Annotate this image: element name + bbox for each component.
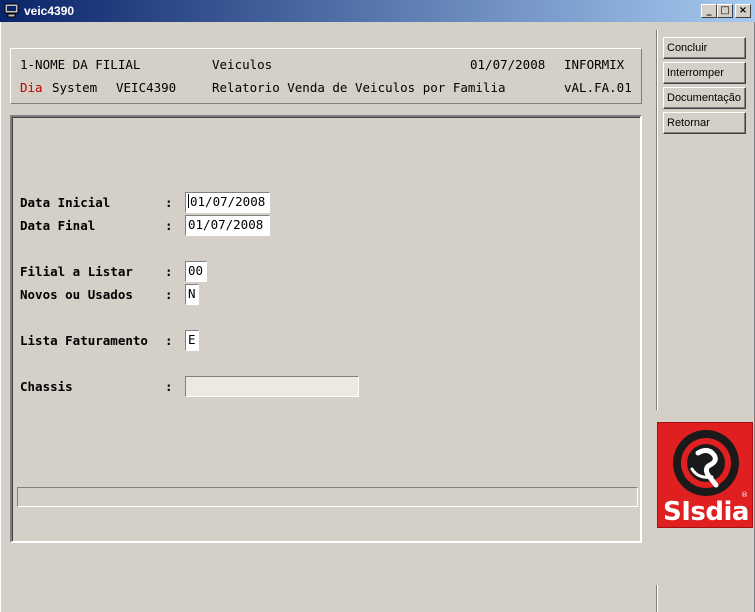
text-caret	[188, 194, 189, 208]
colon: :	[165, 379, 173, 394]
interromper-button[interactable]: Interromper	[663, 62, 746, 84]
documentacao-button[interactable]: Documentação	[663, 87, 746, 109]
database-name: INFORMIX	[564, 57, 625, 72]
status-bar	[17, 487, 638, 507]
sisdia-logo-icon	[673, 430, 739, 496]
concluir-button[interactable]: Concluir	[663, 37, 746, 59]
program-code: VEIC4390	[116, 80, 177, 95]
brand-dia: Dia	[20, 80, 43, 95]
computer-icon	[4, 3, 19, 18]
lista-faturamento-input[interactable]: E	[185, 330, 199, 351]
form-panel	[10, 115, 642, 543]
data-inicial-input[interactable]: 01/07/2008	[185, 192, 270, 213]
module-name: Veiculos	[212, 57, 273, 72]
header-panel: 1-NOME DA FILIAL Veiculos 01/07/2008 INF…	[10, 48, 642, 104]
brand-system: System	[52, 80, 98, 95]
filial-input[interactable]: 00	[185, 261, 207, 282]
data-final-input[interactable]: 01/07/2008	[185, 215, 270, 236]
close-icon: ×	[738, 5, 748, 16]
minimize-button[interactable]: _	[701, 4, 717, 18]
sidebar-divider	[656, 30, 658, 410]
maximize-icon: □	[720, 5, 730, 16]
colon: :	[165, 195, 173, 210]
chassis-label: Chassis	[20, 379, 73, 394]
colon: :	[165, 264, 173, 279]
window-title: veic4390	[24, 4, 75, 18]
bottom-divider	[656, 585, 658, 612]
colon: :	[165, 287, 173, 302]
report-title: Relatorio Venda de Veiculos por Familia	[212, 80, 506, 95]
sisdia-logo: ® SIsdia	[657, 422, 753, 528]
data-final-label: Data Final	[20, 218, 96, 233]
colon: :	[165, 218, 173, 233]
lista-faturamento-label: Lista Faturamento	[20, 333, 148, 348]
close-button[interactable]: ×	[735, 4, 751, 18]
colon: :	[165, 333, 173, 348]
header-date: 01/07/2008	[470, 57, 546, 72]
title-bar[interactable]: veic4390 _ □ ×	[0, 0, 755, 22]
logo-text: SIsdia	[663, 497, 749, 527]
chassis-input[interactable]	[185, 376, 359, 397]
data-inicial-label: Data Inicial	[20, 195, 111, 210]
version-label: vAL.FA.01	[564, 80, 632, 95]
filial-label: Filial a Listar	[20, 264, 133, 279]
novos-usados-label: Novos ou Usados	[20, 287, 133, 302]
minimize-icon: _	[706, 5, 712, 16]
filial-name: 1-NOME DA FILIAL	[20, 57, 141, 72]
maximize-button[interactable]: □	[717, 4, 733, 18]
novos-usados-input[interactable]: N	[185, 284, 199, 305]
retornar-button[interactable]: Retornar	[663, 112, 746, 134]
